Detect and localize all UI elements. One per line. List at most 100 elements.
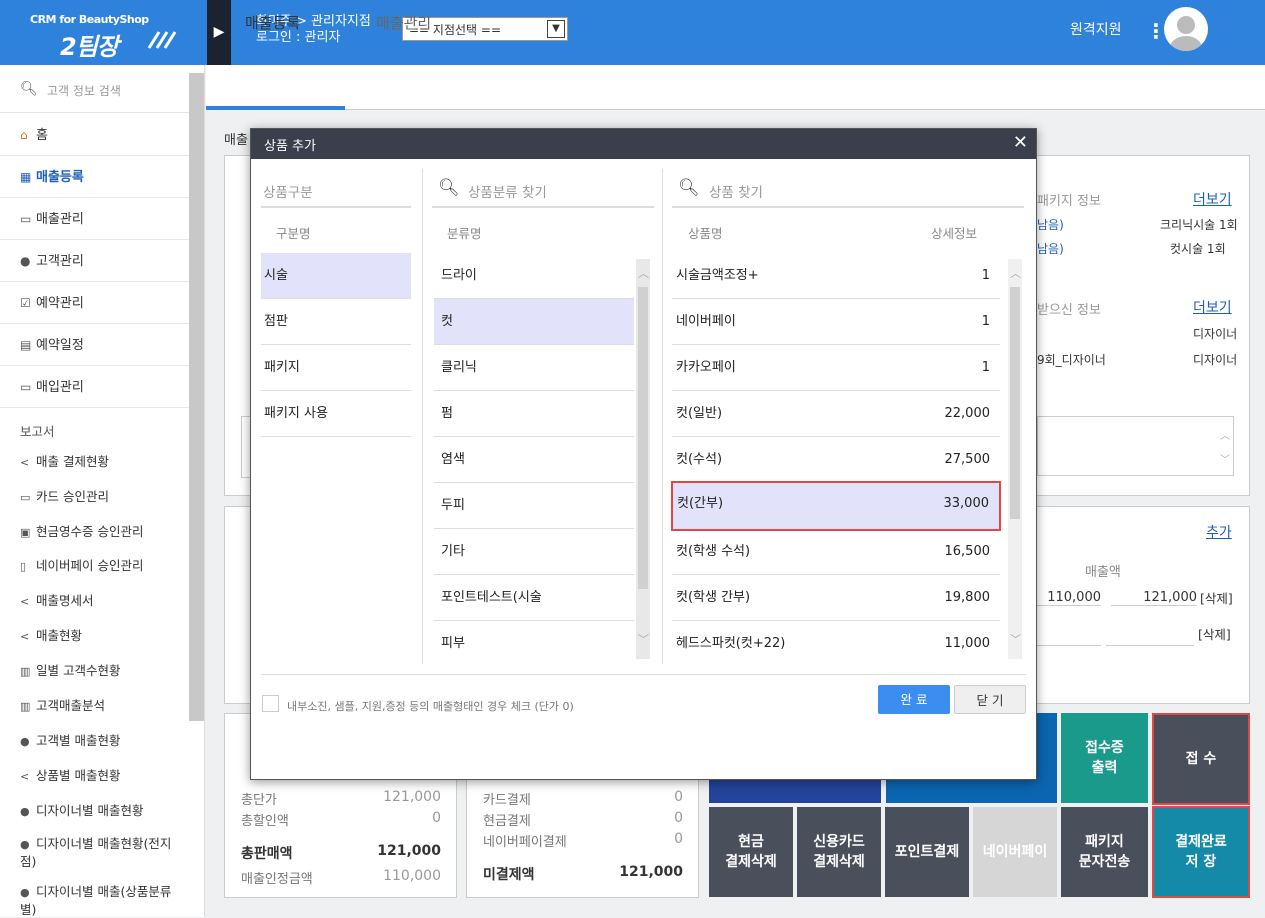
price-input[interactable]: 110,000 bbox=[1037, 590, 1101, 606]
list-item[interactable]: 기타 bbox=[434, 529, 634, 575]
sidebar-item-label: 매출관리 bbox=[36, 212, 84, 227]
summary-label: 총단가 bbox=[241, 793, 277, 808]
more-link[interactable]: 더보기 bbox=[1193, 189, 1232, 209]
report-item[interactable]: < 매출 결제현황 bbox=[20, 451, 109, 470]
close-icon[interactable]: ✕ bbox=[1013, 132, 1028, 153]
cash-cancel-button[interactable]: 현금 결제삭제 bbox=[709, 807, 793, 897]
close-button[interactable]: 닫 기 bbox=[954, 685, 1026, 714]
logo[interactable]: CRM for BeautyShop 2팀장 bbox=[0, 0, 205, 65]
report-item[interactable]: < 매출명세서 bbox=[20, 590, 94, 609]
sidebar-toggle-button[interactable]: ▶ bbox=[207, 0, 231, 65]
list-item[interactable]: 패키지 bbox=[261, 345, 411, 391]
receive-button[interactable]: 접 수 bbox=[1152, 713, 1250, 805]
report-item[interactable]: ▭ 카드 승인관리 bbox=[20, 486, 109, 505]
list-item[interactable]: 염색 bbox=[434, 437, 634, 483]
table-row[interactable]: 시술금액조정+ 1 bbox=[672, 253, 1000, 299]
table-row[interactable]: 헤드스파컷(컷+22) 11,000 bbox=[672, 621, 1000, 667]
complete-button[interactable]: 완 료 bbox=[878, 685, 950, 714]
chevron-up-icon[interactable]: ︿ bbox=[638, 265, 649, 281]
delete-link[interactable]: [삭제] bbox=[1200, 588, 1233, 607]
list-item[interactable]: 클리닉 bbox=[434, 345, 634, 391]
save-complete-button[interactable]: 결제완료 저 장 bbox=[1152, 806, 1250, 898]
chart-icon: ▥ bbox=[20, 700, 31, 713]
chevron-up-icon[interactable]: ︿ bbox=[1010, 265, 1021, 281]
list-item[interactable]: 점판 bbox=[261, 299, 411, 345]
report-item[interactable]: ▯ 네이버페이 승인관리 bbox=[20, 555, 143, 574]
tab-sales-manage[interactable]: 매출관리 bbox=[376, 12, 431, 33]
amount-input[interactable] bbox=[1106, 645, 1194, 646]
amount-input[interactable]: 121,000 bbox=[1111, 590, 1197, 606]
table-row[interactable]: 컷(간부) 33,000 bbox=[671, 481, 1001, 531]
column-header: 구분명 bbox=[276, 226, 311, 241]
avatar[interactable] bbox=[1164, 7, 1208, 51]
report-item[interactable]: ● 고객별 매출현황 bbox=[20, 730, 120, 749]
table-row[interactable]: 컷(학생 간부) 19,800 bbox=[672, 575, 1000, 621]
report-item[interactable]: ● 디자이너별 매출현황(전지점) bbox=[20, 835, 185, 870]
list-item[interactable]: 피부 bbox=[434, 621, 634, 667]
table-row[interactable]: 컷(일반) 22,000 bbox=[672, 391, 1000, 437]
report-item[interactable]: ▣ 현금영수증 승인관리 bbox=[20, 521, 143, 540]
list-item[interactable]: 컷 bbox=[434, 299, 634, 345]
category-search-input[interactable]: 상품분류 찾기 bbox=[468, 181, 547, 201]
sidebar-item-customers[interactable]: ● 고객관리 bbox=[0, 240, 189, 282]
tab-sales-register[interactable]: 매출등록 bbox=[245, 12, 300, 33]
sidebar-search[interactable]: 🔍︎ 고객 정보 검색 ︿ bbox=[0, 65, 202, 113]
category-scrollbar[interactable] bbox=[636, 259, 650, 659]
product-search-input[interactable]: 상품 찾기 bbox=[709, 181, 763, 201]
report-item[interactable]: < 상품별 매출현황 bbox=[20, 765, 120, 784]
product-name: 컷(수석) bbox=[676, 452, 723, 467]
sidebar-item-sales-register[interactable]: ▦ 매출등록 bbox=[0, 156, 189, 198]
table-row[interactable]: 컷(수석) 27,500 bbox=[672, 437, 1000, 483]
list-item[interactable]: 드라이 bbox=[434, 253, 634, 299]
more-link[interactable]: 더보기 bbox=[1193, 297, 1232, 317]
naverpay-button[interactable]: 네이버페이 bbox=[973, 807, 1057, 897]
table-row[interactable]: 네이버페이 1 bbox=[672, 299, 1000, 345]
report-item[interactable]: < 매출현황 bbox=[20, 625, 82, 644]
list-item[interactable]: 펌 bbox=[434, 391, 634, 437]
report-item[interactable]: ● 디자이너별 매출현황 bbox=[20, 800, 143, 819]
price-input[interactable] bbox=[1037, 645, 1101, 646]
share-icon: < bbox=[20, 456, 30, 469]
product-scrollbar[interactable] bbox=[1008, 259, 1022, 659]
chevron-down-icon[interactable]: ﹀ bbox=[638, 631, 649, 647]
sidebar-item-schedule[interactable]: ▤ 예약일정 bbox=[0, 324, 189, 366]
list-item[interactable]: 포인트테스트(시술 bbox=[434, 575, 634, 621]
table-row[interactable]: 카카오페이 1 bbox=[672, 345, 1000, 391]
sidebar-scrollbar[interactable] bbox=[189, 73, 204, 721]
add-product-modal: 상품 추가 ✕ 상품구분 구분명 시술 점판 패키지 패키지 사용 🔍︎ 상품분… bbox=[250, 128, 1037, 780]
search-input[interactable]: 고객 정보 검색 bbox=[47, 82, 121, 99]
payment-value: 0 bbox=[674, 810, 683, 826]
list-item[interactable]: 두피 bbox=[434, 483, 634, 529]
product-name: 컷(학생 간부) bbox=[676, 590, 751, 605]
card-cancel-button[interactable]: 신용카드 결제삭제 bbox=[797, 807, 881, 897]
column-header: 분류명 bbox=[447, 226, 482, 241]
sidebar-item-purchases[interactable]: ▭ 매입관리 bbox=[0, 366, 189, 408]
report-item[interactable]: ▥ 고객매출분석 bbox=[20, 695, 105, 714]
sidebar-item-sales-manage[interactable]: ▭ 매출관리 bbox=[0, 198, 189, 240]
home-icon: ⌂ bbox=[20, 128, 28, 142]
delete-link[interactable]: [삭제] bbox=[1198, 624, 1231, 643]
column-header: 상세정보 bbox=[931, 226, 978, 241]
chevron-down-icon[interactable]: ﹀ bbox=[1010, 631, 1021, 647]
search-icon: 🔍︎ bbox=[678, 178, 700, 198]
product-detail: 33,000 bbox=[943, 496, 990, 511]
edit-calendar-icon: ☑ bbox=[20, 296, 31, 310]
package-sms-button[interactable]: 패키지 문자전송 bbox=[1061, 807, 1148, 897]
product-name: 네이버페이 bbox=[676, 314, 736, 329]
sidebar-item-reservations[interactable]: ☑ 예약관리 bbox=[0, 282, 189, 324]
add-item-link[interactable]: 추가 bbox=[1206, 522, 1232, 542]
receipt-print-button[interactable]: 접수증 출력 bbox=[1061, 713, 1148, 803]
recognized-label: 매출인정금액 bbox=[241, 872, 313, 887]
point-pay-button[interactable]: 포인트결제 bbox=[885, 807, 969, 897]
more-menu-icon[interactable]: ⋮ bbox=[1146, 18, 1166, 44]
product-name: 컷(일반) bbox=[676, 406, 723, 421]
internal-use-checkbox[interactable] bbox=[262, 695, 279, 712]
list-item[interactable]: 시술 bbox=[261, 253, 411, 299]
list-item[interactable]: 패키지 사용 bbox=[261, 391, 411, 437]
remote-support-link[interactable]: 원격지원 bbox=[1070, 19, 1122, 39]
report-item[interactable]: ▥ 일별 고객수현황 bbox=[20, 660, 120, 679]
table-row[interactable]: 컷(학생 수석) 16,500 bbox=[672, 529, 1000, 575]
sidebar-item-home[interactable]: ⌂ 홈 bbox=[0, 114, 189, 156]
memo-textarea[interactable]: ︿ ﹀ bbox=[1037, 416, 1234, 476]
report-item[interactable]: ● 디자이너별 매출(상품분류별) bbox=[20, 883, 185, 918]
